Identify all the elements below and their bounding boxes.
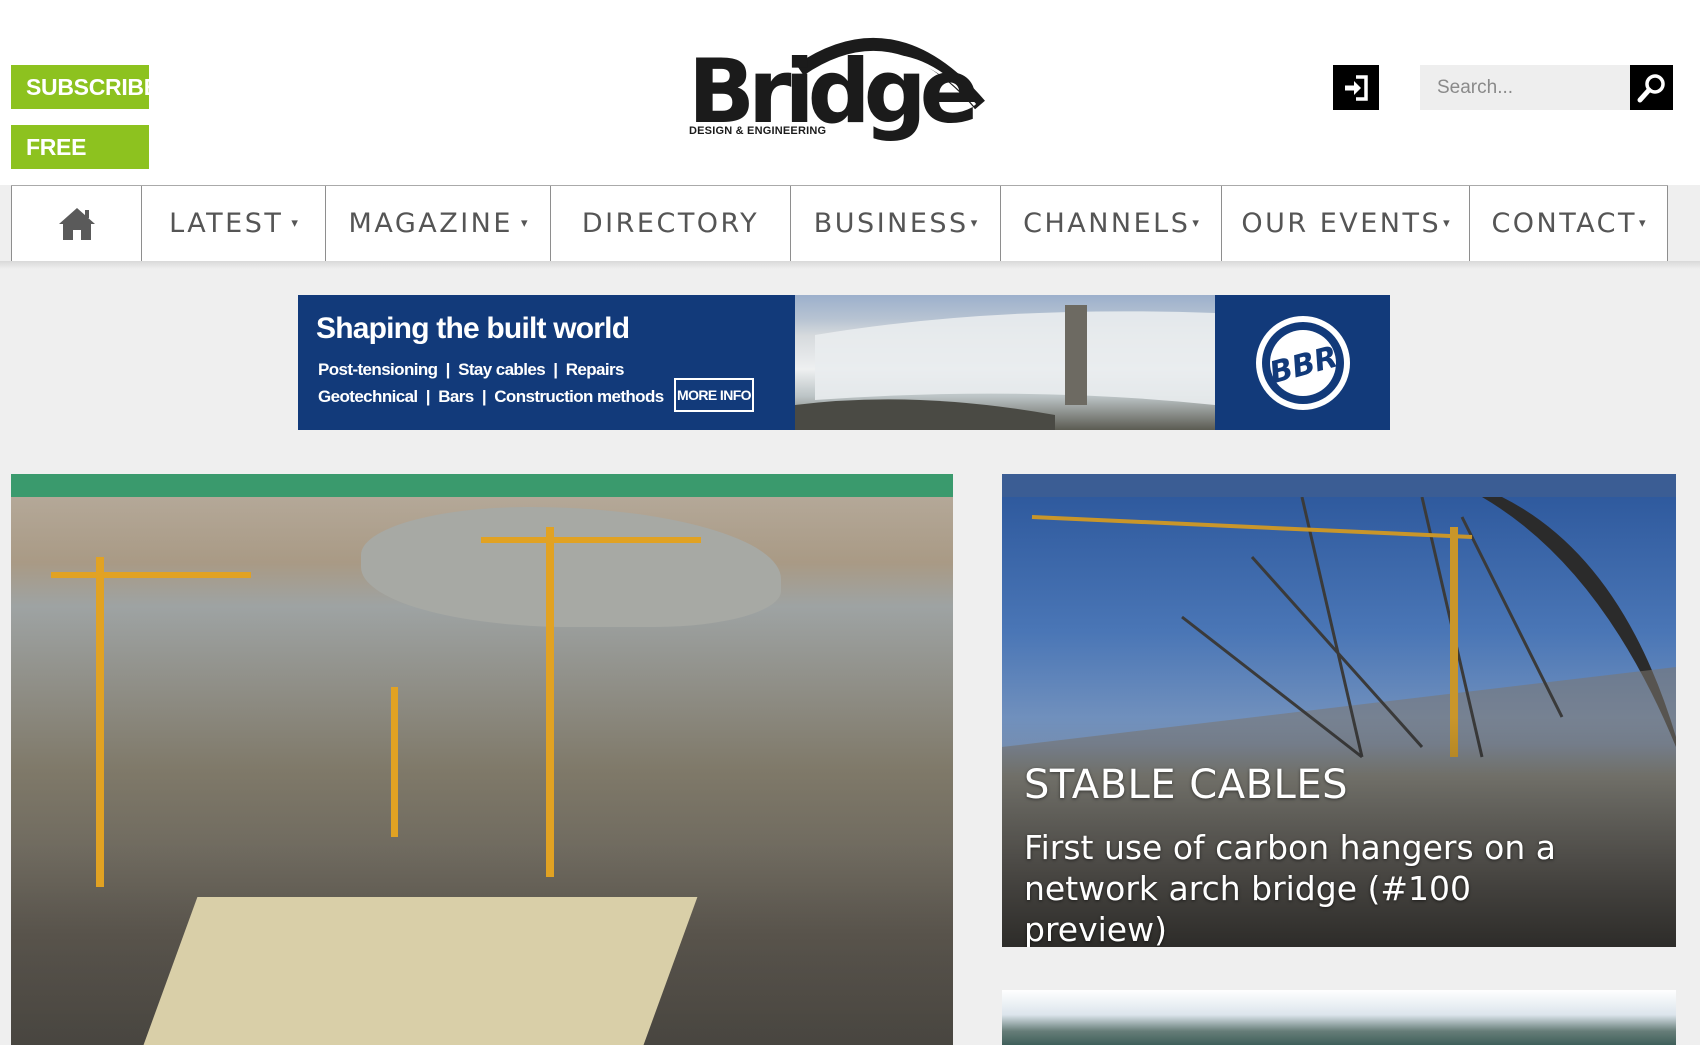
photo-station-roof [124, 897, 698, 1045]
caret-down-icon: ▾ [1192, 216, 1199, 231]
nav-home[interactable] [11, 186, 142, 261]
nav-directory-label: DIRECTORY [581, 208, 760, 239]
ad-more-info-button[interactable]: MORE INFO [674, 378, 754, 412]
nav-contact-label: CONTACT [1491, 208, 1637, 239]
article-card-next[interactable] [1002, 990, 1676, 1045]
main-nav: LATEST ▾ MAGAZINE ▾ DIRECTORY BUSINESS ▾ CH… [11, 185, 1668, 261]
nav-our-events-label: OUR EVENTS [1241, 208, 1442, 239]
nav-directory[interactable]: DIRECTORY [551, 186, 791, 261]
ad-dam-photo [795, 295, 1215, 430]
photo-crane [391, 687, 398, 837]
nav-channels-label: CHANNELS [1023, 208, 1191, 239]
search-input[interactable] [1420, 65, 1630, 110]
ad-services-line-2: Geotechnical | Bars | Construction metho… [318, 387, 664, 406]
photo-river [361, 507, 781, 627]
nav-business[interactable]: BUSINESS ▾ [791, 186, 1001, 261]
site-logo[interactable]: Bridge DESIGN & ENGINEERING [680, 30, 1000, 145]
nav-latest[interactable]: LATEST ▾ [142, 186, 326, 261]
caret-down-icon: ▾ [1639, 216, 1646, 231]
free-trial-button[interactable]: FREE TRIAL [11, 125, 149, 204]
caret-down-icon: ▾ [1443, 216, 1450, 231]
nav-business-label: BUSINESS [813, 208, 969, 239]
nav-shadow [0, 261, 1700, 269]
login-icon [1345, 74, 1368, 101]
bbr-logo: BBR [1253, 313, 1353, 413]
logo-wordmark: Bridge [688, 40, 979, 143]
photo-crane-arm [481, 537, 701, 543]
nav-magazine-label: MAGAZINE [348, 208, 513, 239]
nav-latest-label: LATEST [169, 208, 284, 239]
featured-article-right[interactable]: STABLE CABLES First use of carbon hanger… [1002, 474, 1676, 947]
nav-our-events[interactable]: OUR EVENTS ▾ [1222, 186, 1470, 261]
photo-crane [546, 527, 554, 877]
bbr-seal-icon: BBR [1256, 316, 1350, 410]
home-icon [58, 207, 95, 240]
caret-down-icon: ▾ [970, 216, 978, 231]
subscribe-button[interactable]: SUBSCRIBE [11, 65, 159, 109]
photo-crane [96, 557, 104, 887]
site-header: SUBSCRIBE FREE TRIAL Bridge DESIGN & ENG… [0, 0, 1700, 204]
nav-contact[interactable]: CONTACT ▾ [1470, 186, 1668, 261]
featured-article-left[interactable] [11, 474, 953, 1045]
search-button[interactable] [1630, 65, 1673, 110]
banner-ad[interactable]: Shaping the built world Post-tensioning … [298, 295, 1390, 430]
caret-down-icon: ▾ [291, 216, 298, 231]
search-icon [1637, 73, 1665, 102]
article-kicker: STABLE CABLES [1024, 762, 1348, 808]
article-headline[interactable]: First use of carbon hangers on a network… [1024, 827, 1624, 947]
photo-crane-arm [51, 572, 251, 578]
ad-services-line-1: Post-tensioning | Stay cables | Repairs [318, 360, 624, 379]
logo-tagline: DESIGN & ENGINEERING [689, 125, 827, 137]
caret-down-icon: ▾ [520, 216, 528, 231]
login-button[interactable] [1333, 65, 1379, 110]
dam-image [795, 305, 1215, 430]
nav-channels[interactable]: CHANNELS ▾ [1001, 186, 1222, 261]
ad-title: Shaping the built world [316, 312, 630, 345]
nav-magazine[interactable]: MAGAZINE ▾ [326, 186, 551, 261]
